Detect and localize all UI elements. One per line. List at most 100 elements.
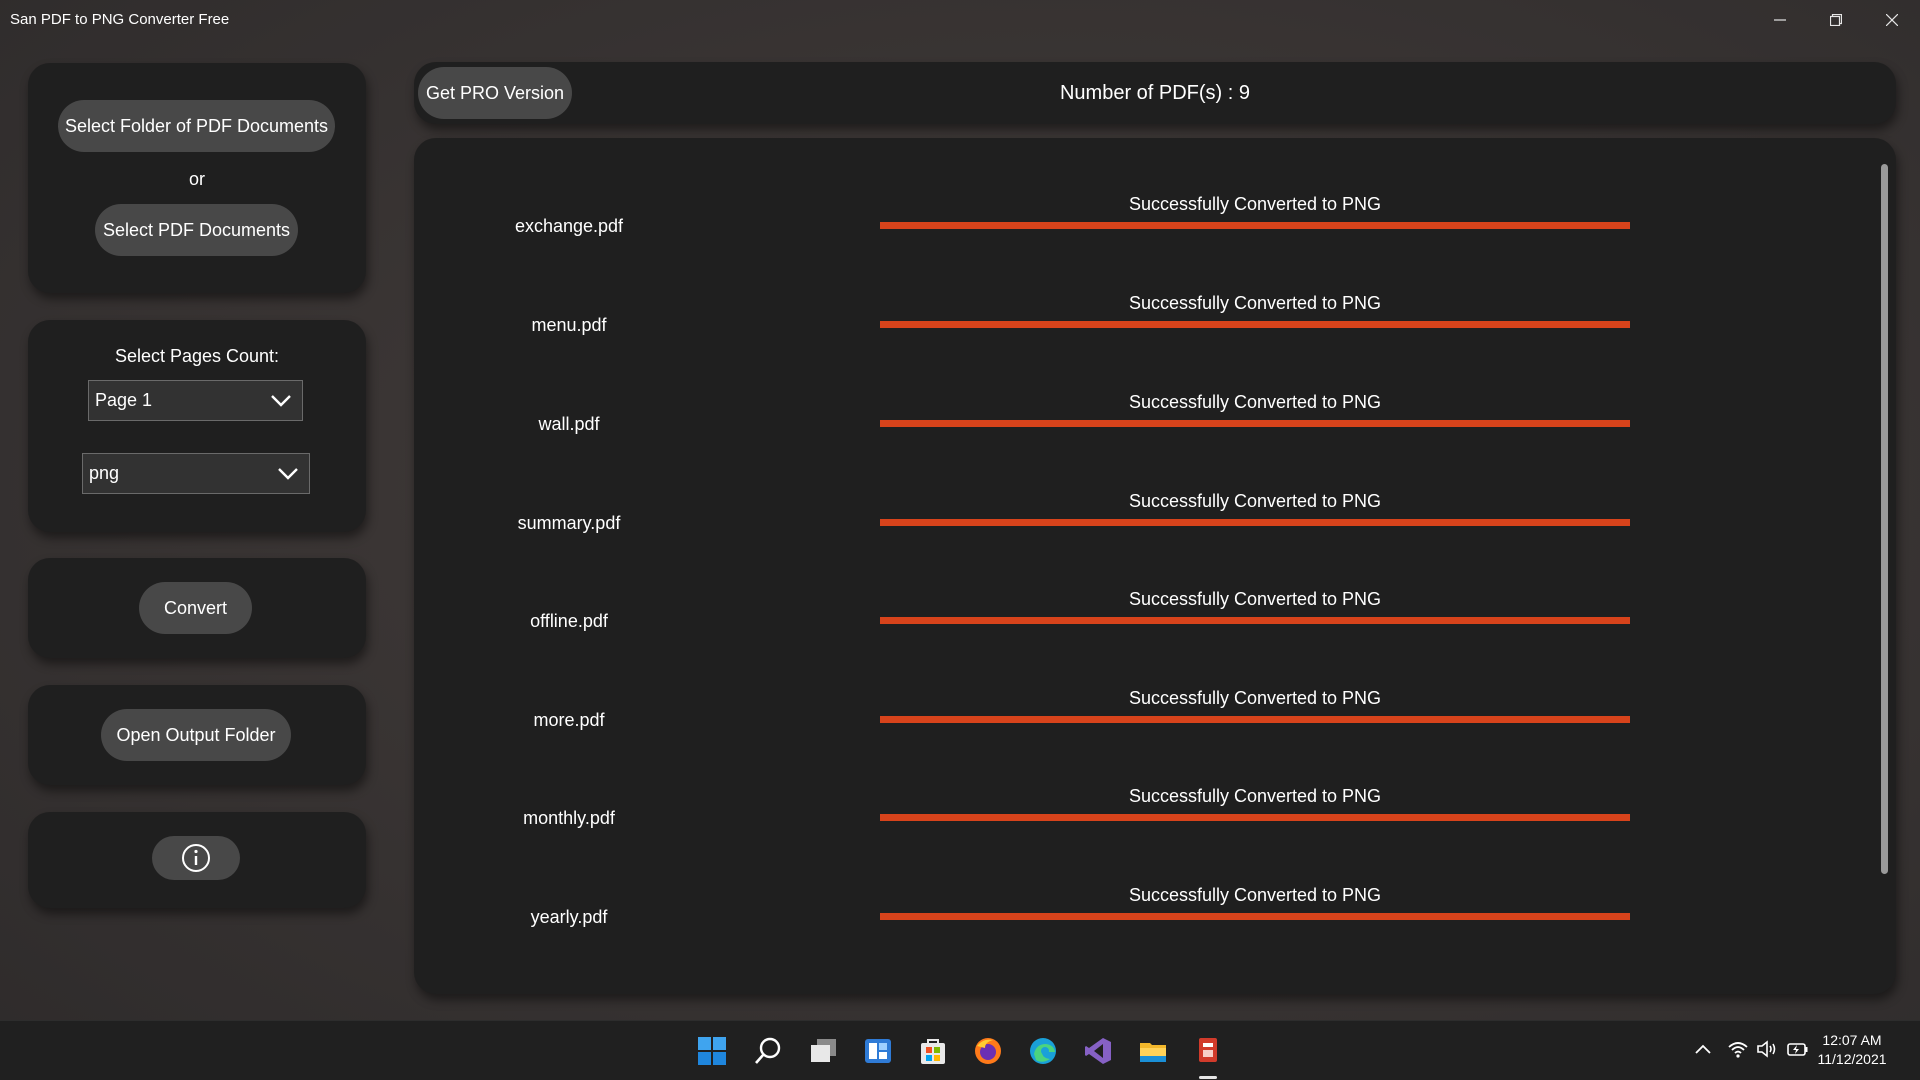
output-card: Open Output Folder [28, 685, 366, 785]
edge-icon [1030, 1038, 1056, 1064]
progress-fill [880, 321, 1630, 328]
conversion-status: Successfully Converted to PNG [1128, 491, 1382, 511]
file-name: wall.pdf [538, 414, 600, 434]
task-view-button[interactable] [803, 1031, 843, 1071]
convert-button[interactable]: Convert [139, 582, 252, 634]
list-item: more.pdf Successfully Converted to PNG [414, 632, 1896, 731]
select-pdf-documents-button[interactable]: Select PDF Documents [95, 204, 298, 256]
firefox-icon [975, 1038, 1001, 1064]
select-documents-card: Select Folder of PDF Documents or Select… [28, 63, 366, 293]
file-explorer-icon [1140, 1043, 1166, 1062]
pdf-converter-app-icon [1199, 1038, 1217, 1062]
clock-date: 11/12/2021 [1817, 1051, 1887, 1067]
edge-button[interactable] [1023, 1031, 1063, 1071]
chevron-up-icon [1695, 1044, 1711, 1054]
info-card [28, 812, 366, 908]
progress-fill [880, 716, 1630, 723]
conversion-status: Successfully Converted to PNG [1128, 293, 1382, 313]
progress-bar [880, 321, 1630, 328]
pages-count-label: Select Pages Count: [114, 346, 280, 366]
file-list: exchange.pdf Successfully Converted to P… [414, 138, 1896, 994]
title-bar: San PDF to PNG Converter Free [0, 0, 1920, 40]
clock-time: 12:07 AM [1822, 1032, 1882, 1048]
list-item: yearly.pdf Successfully Converted to PNG [414, 829, 1896, 928]
progress-bar [880, 420, 1630, 427]
conversion-status: Successfully Converted to PNG [1128, 589, 1382, 609]
store-button[interactable] [913, 1031, 953, 1071]
header-bar: Get PRO Version Number of PDF(s) : 9 [414, 62, 1896, 124]
list-item: wall.pdf Successfully Converted to PNG [414, 336, 1896, 435]
file-name: more.pdf [533, 710, 605, 730]
file-explorer-button[interactable] [1133, 1031, 1173, 1071]
wifi-icon [1728, 1042, 1748, 1058]
restore-button[interactable] [1808, 0, 1864, 40]
volume-icon [1757, 1040, 1776, 1058]
visual-studio-button[interactable] [1078, 1031, 1118, 1071]
widgets-icon [865, 1039, 891, 1063]
file-name: summary.pdf [517, 513, 621, 533]
progress-bar [880, 519, 1630, 526]
file-name: menu.pdf [531, 315, 607, 335]
list-item: monthly.pdf Successfully Converted to PN… [414, 730, 1896, 829]
window-title: San PDF to PNG Converter Free [10, 11, 230, 28]
conversion-status: Successfully Converted to PNG [1128, 688, 1382, 708]
progress-fill [880, 814, 1630, 821]
progress-fill [880, 222, 1630, 229]
minimize-icon [1774, 19, 1786, 21]
progress-bar [880, 222, 1630, 229]
close-icon [1886, 14, 1898, 26]
conversion-status: Successfully Converted to PNG [1128, 392, 1382, 412]
list-item: summary.pdf Successfully Converted to PN… [414, 435, 1896, 534]
conversion-status: Successfully Converted to PNG [1128, 885, 1382, 905]
chevron-down-icon [271, 394, 291, 407]
taskbar: 12:07 AM 11/12/2021 [0, 1020, 1920, 1080]
volume-button[interactable] [1756, 1039, 1778, 1064]
pages-count-select[interactable]: Page 1 [88, 380, 303, 421]
windows-start-icon [698, 1037, 726, 1065]
format-select[interactable]: png [82, 453, 310, 494]
file-name: monthly.pdf [523, 808, 615, 828]
progress-fill [880, 617, 1630, 624]
network-button[interactable] [1727, 1039, 1749, 1064]
search-icon [755, 1037, 781, 1064]
restore-icon [1830, 14, 1842, 26]
file-name: yearly.pdf [530, 907, 608, 927]
conversion-status: Successfully Converted to PNG [1128, 786, 1382, 806]
convert-card: Convert [28, 558, 366, 658]
or-label: or [188, 169, 205, 189]
progress-bar [880, 814, 1630, 821]
list-scrollbar[interactable] [1881, 164, 1888, 874]
windows-start-button[interactable] [692, 1031, 732, 1071]
file-name: exchange.pdf [514, 216, 624, 236]
task-view-icon [811, 1039, 836, 1062]
widgets-button[interactable] [858, 1031, 898, 1071]
system-clock[interactable]: 12:07 AM 11/12/2021 [1806, 1031, 1898, 1069]
pdf-count-label: Number of PDF(s) : 9 [1059, 82, 1251, 104]
list-item: offline.pdf Successfully Converted to PN… [414, 533, 1896, 632]
show-hidden-icons-button[interactable] [1693, 1039, 1713, 1064]
pages-count-value: Page 1 [95, 390, 153, 410]
select-folder-button[interactable]: Select Folder of PDF Documents [58, 100, 335, 152]
minimize-button[interactable] [1752, 0, 1808, 40]
close-button[interactable] [1864, 0, 1920, 40]
open-output-folder-button[interactable]: Open Output Folder [101, 709, 291, 761]
progress-fill [880, 913, 1630, 920]
pdf-converter-app-button[interactable] [1188, 1031, 1228, 1071]
visual-studio-icon [1085, 1038, 1111, 1064]
info-button[interactable] [152, 836, 240, 880]
chevron-down-icon [278, 467, 298, 480]
progress-fill [880, 420, 1630, 427]
store-icon [921, 1039, 945, 1064]
file-name: offline.pdf [530, 611, 608, 631]
active-app-indicator [1199, 1076, 1217, 1079]
options-card: Select Pages Count: Page 1 png [28, 320, 366, 532]
search-button[interactable] [748, 1031, 788, 1071]
progress-fill [880, 519, 1630, 526]
list-item: menu.pdf Successfully Converted to PNG [414, 237, 1896, 336]
list-item: exchange.pdf Successfully Converted to P… [414, 138, 1896, 237]
progress-bar [880, 716, 1630, 723]
firefox-button[interactable] [968, 1031, 1008, 1071]
progress-bar [880, 913, 1630, 920]
format-value: png [89, 463, 120, 483]
progress-bar [880, 617, 1630, 624]
